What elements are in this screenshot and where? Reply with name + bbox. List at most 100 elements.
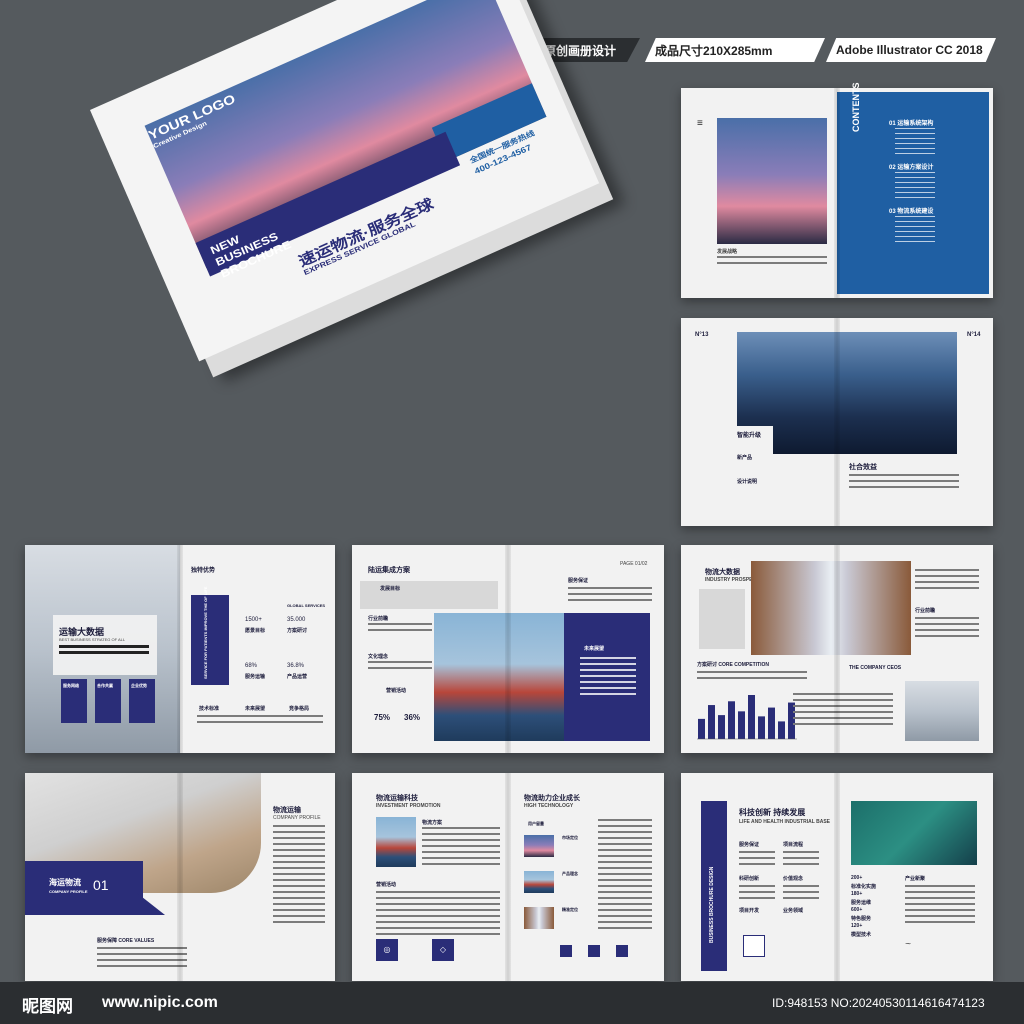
innov-item-5: 项目开发 bbox=[739, 908, 760, 914]
box-label-1: 服务网络 bbox=[63, 683, 79, 688]
stat-label-2: 服务运维 bbox=[851, 900, 872, 906]
watermark-url: www.nipic.com bbox=[102, 994, 218, 1011]
software-version-tag: Adobe Illustrator CC 2018 bbox=[826, 38, 996, 62]
solution-page: PAGE 01/02 bbox=[620, 561, 648, 567]
bar bbox=[728, 701, 735, 739]
bar bbox=[768, 707, 775, 739]
sea-bottom: 服务保障 CORE VALUES bbox=[97, 938, 155, 944]
bar bbox=[718, 715, 725, 739]
innov-sub: LIFE AND HEALTH INDUSTRIAL BASE bbox=[739, 819, 831, 825]
spread-big-data: 物流大数据 INDUSTRY PROSPECTS 行业前瞻 方案研讨 CORE … bbox=[681, 545, 993, 753]
stat-2-num: 35.000 bbox=[287, 617, 306, 623]
stat-label-1: 标准化实施 bbox=[851, 884, 877, 890]
stat-4-label: 产品运营 bbox=[287, 674, 308, 680]
solution-title: 陆运集成方案 bbox=[368, 567, 410, 574]
city-sub-1: 新产品 bbox=[737, 455, 753, 461]
percent-2: 36% bbox=[404, 713, 421, 722]
bar bbox=[698, 718, 705, 739]
sea-right-title: 物流运输 bbox=[273, 807, 301, 814]
spread-sea: 海运物流 COMPANY PROFILE 01 物流运输 COMPANY PRO… bbox=[25, 773, 335, 981]
tech-r2: 市场定位 bbox=[562, 835, 578, 840]
advantage-heading: 独特优势 bbox=[191, 568, 216, 574]
ship-photo bbox=[434, 613, 564, 741]
bar bbox=[778, 721, 785, 739]
bigdata-r2: 行业前瞻 bbox=[915, 608, 936, 614]
cover-book: NEW BUSINESS YOUR LOGO Creative Design 速… bbox=[90, 0, 614, 440]
stat-3-num: 68% bbox=[245, 663, 258, 669]
stat-2-label-en: GLOBAL SERVICES bbox=[287, 603, 326, 608]
tech-h2: 营销活动 bbox=[376, 882, 397, 888]
innov-item-1: 服务保证 bbox=[739, 842, 760, 848]
bigdata-r1: 方案研讨 CORE COMPETITION bbox=[697, 662, 769, 668]
spread-innovation: BUSINESS BROCHURE DESIGN 科技创新 持续发展 LIFE … bbox=[681, 773, 993, 981]
innov-item-3: 科研创新 bbox=[739, 876, 760, 882]
spread-transport-data: 运输大数据 BEST BUSINESS STRATEG OF ALL 服务网络 … bbox=[25, 545, 335, 753]
innov-right-head: 产业新聚 bbox=[905, 876, 926, 882]
page-number-right: N°14 bbox=[967, 332, 981, 338]
innov-item-6: 业务领域 bbox=[783, 908, 804, 914]
bigdata-title: 物流大数据 bbox=[705, 569, 740, 576]
spread-city: N°13 N°14 智能升级 新产品 设计说明 社合效益 bbox=[681, 318, 993, 526]
bottom-label-2: 未来展望 bbox=[245, 706, 266, 712]
tech-left-title: 物流运输科技 bbox=[376, 795, 418, 802]
toc-side-label: CONTENTS bbox=[851, 82, 861, 133]
innov-title: 科技创新 持续发展 bbox=[739, 808, 806, 817]
solution-item-1: 发展目标 bbox=[380, 586, 401, 592]
percent-1: 75% bbox=[374, 713, 391, 722]
tech-right-sub: HIGH TECHNOLOGY bbox=[524, 803, 574, 809]
bigdata-bar-chart bbox=[697, 695, 797, 740]
stat-num-3: 600+ bbox=[851, 907, 863, 913]
solution-item-2: 服务保证 bbox=[568, 578, 589, 584]
city-heading-2: 社合效益 bbox=[849, 464, 877, 471]
wifi-icon: ◎ bbox=[376, 939, 398, 961]
stat-label-3: 特色服务 bbox=[851, 916, 872, 922]
warehouse-photo bbox=[751, 561, 911, 655]
cargo-photo bbox=[905, 681, 979, 741]
spread-contents: ≡ 发展战略 CONTENTS 01 运输系统架构 02 运输方案设计 03 物… bbox=[681, 83, 993, 298]
spread-tech: 物流运输科技 INVESTMENT PROMOTION 物流方案 营销活动 ◎ … bbox=[352, 773, 664, 981]
toc-photo bbox=[717, 118, 827, 244]
menu-icon: ≡ bbox=[697, 118, 703, 129]
innov-item-2: 项目流程 bbox=[783, 842, 804, 848]
stat-3-label: 服务运输 bbox=[245, 674, 266, 680]
sea-right-sub: COMPANY PROFILE bbox=[273, 815, 321, 821]
signature: ~ bbox=[905, 939, 911, 950]
watermark-bar: 昵图网 www.nipic.com ID:948153 NO:202405301… bbox=[0, 982, 1024, 1024]
aerial-port-photo bbox=[851, 801, 977, 865]
box-label-2: 合作共赢 bbox=[97, 683, 113, 688]
box-label-3: 企业优势 bbox=[131, 683, 147, 688]
stat-num-2: 180+ bbox=[851, 891, 863, 897]
design-type-label: 原创画册设计 bbox=[544, 43, 617, 58]
tech-r1: 用户留量 bbox=[528, 821, 544, 826]
spread-solution: 陆运集成方案 PAGE 01/02 发展目标 服务保证 行业前瞻 文化理念 营销… bbox=[352, 545, 664, 753]
bottom-label-1: 技术标准 bbox=[199, 706, 220, 712]
stat-4-num: 36.8% bbox=[287, 663, 305, 669]
page-number-left: N°13 bbox=[695, 332, 709, 338]
tech-r4: 精准定位 bbox=[562, 907, 578, 912]
tech-left-sub: INVESTMENT PROMOTION bbox=[376, 803, 441, 809]
transport-data-sub: BEST BUSINESS STRATEG OF ALL bbox=[59, 637, 126, 642]
stat-num-4: 120+ bbox=[851, 923, 863, 929]
stat-2-label: 方案研讨 bbox=[287, 628, 308, 634]
solution-item-5: 营销活动 bbox=[386, 688, 407, 694]
stat-num-1: 200+ bbox=[851, 875, 863, 881]
tech-right-title: 物流助力企业成长 bbox=[524, 795, 580, 802]
innov-vertical: BUSINESS BROCHURE DESIGN bbox=[709, 866, 715, 943]
innov-item-4: 价值观念 bbox=[783, 876, 804, 882]
bar bbox=[748, 695, 755, 739]
software-version-label: Adobe Illustrator CC 2018 bbox=[836, 43, 983, 57]
toc-caption: 发展战略 bbox=[717, 249, 738, 255]
watermark-id: ID:948153 NO:20240530114616474123 bbox=[772, 996, 985, 1010]
bottom-label-3: 竞争格局 bbox=[289, 706, 310, 712]
stat-label-4: 模型技术 bbox=[851, 932, 872, 938]
tech-r3: 产品理念 bbox=[562, 871, 578, 876]
vertical-slogan: SERVICE FOR PATIENTS IMPROVE THE OF LIFE bbox=[203, 586, 208, 679]
bar bbox=[758, 716, 765, 739]
city-heading-1: 智能升级 bbox=[737, 433, 762, 439]
solution-item-3: 行业前瞻 bbox=[368, 616, 389, 622]
size-label: 成品尺寸210X285mm bbox=[655, 43, 773, 58]
watermark-logo: 昵图网 bbox=[22, 997, 73, 1016]
sea-number: 01 bbox=[93, 877, 109, 893]
bar bbox=[708, 705, 715, 739]
tech-photo bbox=[376, 817, 416, 867]
